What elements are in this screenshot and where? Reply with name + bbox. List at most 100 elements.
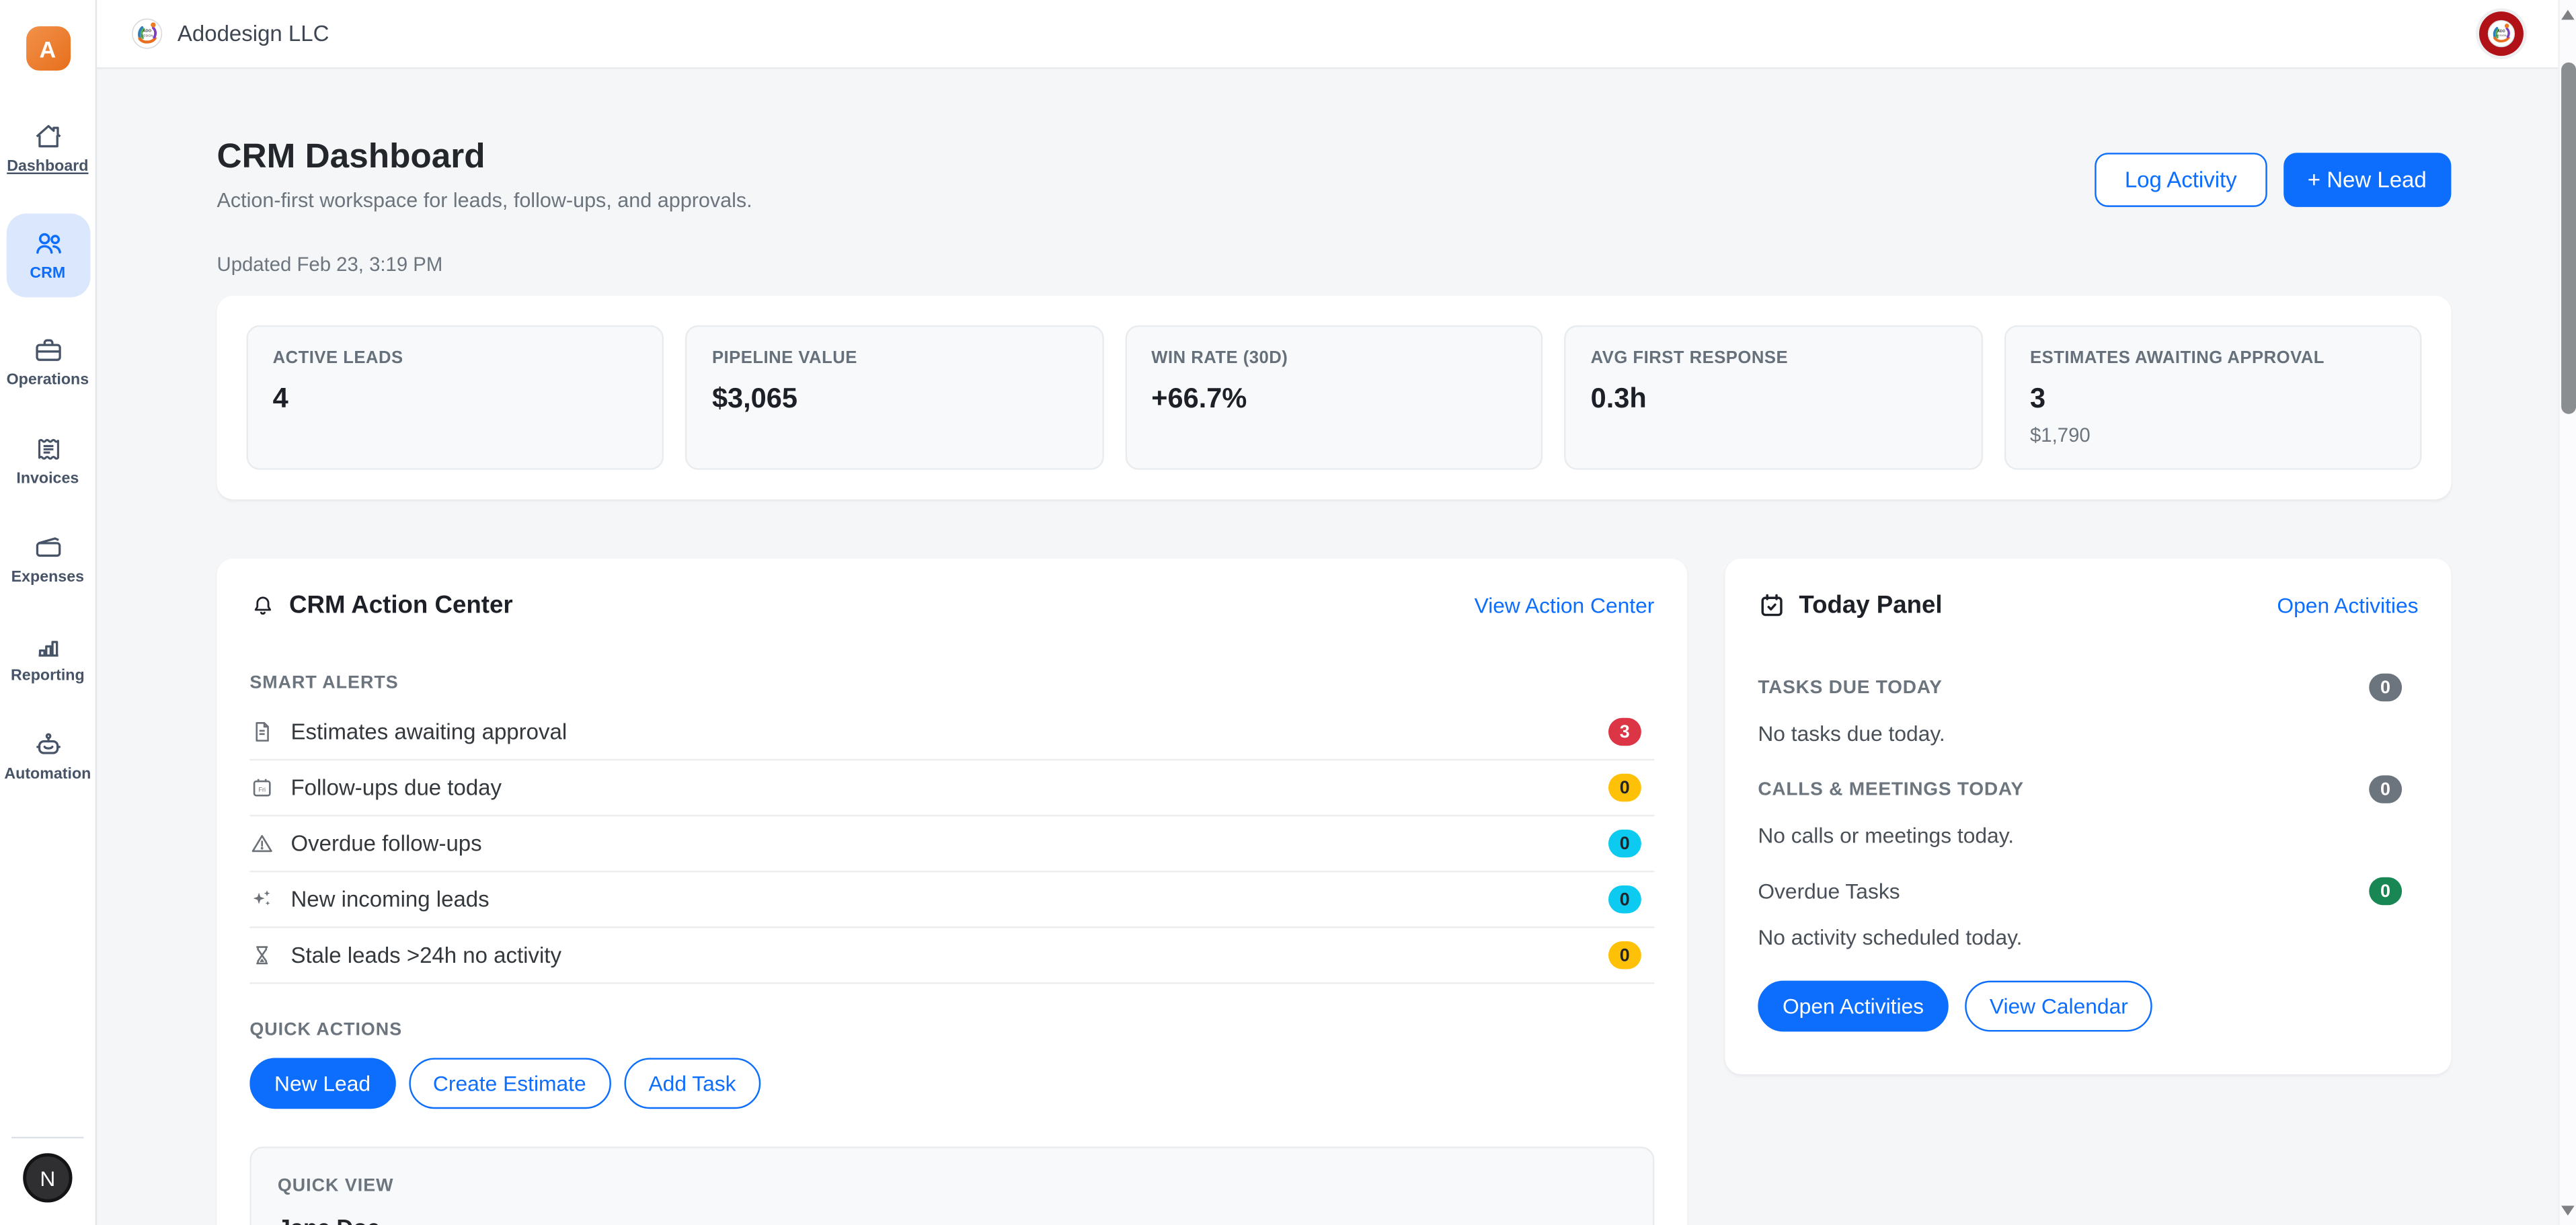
alert-count-badge: 0 [1608, 774, 1641, 802]
sidebar-divider [11, 1137, 84, 1138]
wallet-icon [32, 532, 63, 563]
sidebar-item-label: Invoices [16, 470, 79, 488]
last-updated: Updated Feb 23, 3:19 PM [217, 253, 2452, 276]
crm-action-center-card: CRM Action Center View Action Center SMA… [217, 559, 1688, 1225]
tasks-due-badge: 0 [2369, 674, 2402, 702]
overdue-tasks-label: Overdue Tasks [1758, 879, 1900, 904]
stat-estimates-awaiting: ESTIMATES AWAITING APPROVAL 3 $1,790 [2004, 325, 2422, 470]
alert-row-new-leads[interactable]: New incoming leads 0 [249, 872, 1654, 928]
alert-label: Estimates awaiting approval [290, 719, 567, 744]
smart-alerts-heading: SMART ALERTS [249, 674, 1654, 693]
stat-value: 3 [2030, 383, 2395, 416]
sidebar-nav: Dashboard CRM Operatio [0, 115, 95, 790]
alert-row-stale-leads[interactable]: Stale leads >24h no activity 0 [249, 928, 1654, 984]
sidebar-item-label: Reporting [11, 667, 85, 685]
open-activities-link[interactable]: Open Activities [2277, 593, 2418, 618]
alert-label: Follow-ups due today [290, 775, 502, 800]
sidebar-item-reporting[interactable]: Reporting [6, 624, 90, 691]
quick-add-task-button[interactable]: Add Task [624, 1058, 760, 1109]
stat-label: ESTIMATES AWAITING APPROVAL [2030, 348, 2395, 368]
today-panel-title: Today Panel [1799, 592, 1942, 620]
stat-label: PIPELINE VALUE [712, 348, 1077, 368]
stat-label: WIN RATE (30D) [1151, 348, 1516, 368]
stat-label: AVG FIRST RESPONSE [1591, 348, 1956, 368]
log-activity-button[interactable]: Log Activity [2095, 153, 2267, 207]
quick-actions-row: New Lead Create Estimate Add Task [249, 1058, 1654, 1109]
page-header: CRM Dashboard Action-first workspace for… [217, 69, 2452, 212]
topbar: Adodesign LLC [97, 0, 2558, 69]
company-name: Adodesign LLC [178, 22, 329, 46]
briefcase-icon [32, 335, 63, 366]
alert-count-badge: 0 [1608, 941, 1641, 970]
sidebar-item-label: Operations [7, 371, 89, 389]
calls-meetings-empty: No calls or meetings today. [1758, 823, 2418, 848]
stat-value: 0.3h [1591, 383, 1956, 416]
calls-meetings-row: CALLS & MEETINGS TODAY 0 [1758, 775, 2418, 803]
app-root: ADO DESIGN A Dashboard [0, 0, 2576, 1225]
new-lead-button[interactable]: + New Lead [2283, 153, 2451, 207]
tasks-due-empty: No tasks due today. [1758, 721, 2418, 746]
stat-value: $3,065 [712, 383, 1077, 416]
action-center-title: CRM Action Center [289, 592, 513, 620]
sidebar-item-dashboard[interactable]: Dashboard [6, 115, 90, 182]
stat-active-leads: ACTIVE LEADS 4 [246, 325, 664, 470]
calendar-icon: Fri [249, 775, 274, 800]
quick-view-card: QUICK VIEW Jane Doe Doe Inc | Added Feb … [249, 1146, 1654, 1225]
sidebar-item-crm[interactable]: CRM [6, 214, 90, 298]
sidebar-item-expenses[interactable]: Expenses [6, 526, 90, 593]
svg-text:Fri: Fri [258, 786, 266, 793]
sidebar-item-label: Automation [4, 766, 91, 784]
account-avatar[interactable] [2479, 11, 2524, 56]
smart-alerts-list: Estimates awaiting approval 3 Fri Follow… [249, 705, 1654, 984]
quick-new-lead-button[interactable]: New Lead [249, 1058, 395, 1109]
stat-value: 4 [273, 383, 638, 416]
alert-count-badge: 3 [1608, 718, 1641, 746]
quick-create-estimate-button[interactable]: Create Estimate [408, 1058, 611, 1109]
stat-value: +66.7% [1151, 383, 1516, 416]
user-avatar[interactable]: N [23, 1153, 72, 1202]
page-title: CRM Dashboard [217, 138, 2095, 177]
sidebar-footer: N [0, 1137, 95, 1225]
sidebar: A Dashboard CRM [0, 0, 97, 1225]
alert-count-badge: 0 [1608, 885, 1641, 914]
sparkles-icon [249, 887, 274, 912]
vertical-scrollbar[interactable] [2558, 0, 2576, 1225]
page-subtitle: Action-first workspace for leads, follow… [217, 189, 2095, 212]
sidebar-item-automation[interactable]: Automation [6, 723, 90, 790]
stat-subvalue: $1,790 [2030, 424, 2395, 446]
alert-row-followups-today[interactable]: Fri Follow-ups due today 0 [249, 760, 1654, 816]
today-panel-card: Today Panel Open Activities TASKS DUE TO… [1725, 559, 2451, 1074]
crm-people-icon [32, 229, 63, 260]
warning-icon [249, 831, 274, 856]
alert-count-badge: 0 [1608, 830, 1641, 858]
view-calendar-button[interactable]: View Calendar [1965, 981, 2152, 1032]
bar-chart-icon [32, 631, 63, 662]
file-text-icon [249, 719, 274, 744]
stat-win-rate: WIN RATE (30D) +66.7% [1125, 325, 1543, 470]
calendar-check-icon [1758, 592, 1786, 620]
alert-row-overdue-followups[interactable]: Overdue follow-ups 0 [249, 816, 1654, 872]
lead-name: Jane Doe [278, 1214, 1627, 1225]
bell-icon [249, 592, 276, 619]
sidebar-item-operations[interactable]: Operations [6, 329, 90, 396]
stat-pipeline-value: PIPELINE VALUE $3,065 [686, 325, 1104, 470]
scrollbar-thumb[interactable] [2561, 63, 2576, 414]
scroll-down-arrow-icon[interactable] [2561, 1206, 2575, 1216]
sidebar-item-invoices[interactable]: Invoices [6, 427, 90, 494]
home-icon [32, 122, 63, 153]
open-activities-button[interactable]: Open Activities [1758, 981, 1948, 1032]
quick-actions-heading: QUICK ACTIONS [249, 1020, 1654, 1039]
sidebar-item-label: Expenses [11, 568, 84, 586]
scroll-up-arrow-icon[interactable] [2561, 10, 2575, 20]
company-logo-icon[interactable] [131, 18, 162, 49]
overdue-tasks-badge: 0 [2369, 877, 2402, 906]
main-content: CRM Dashboard Action-first workspace for… [97, 69, 2558, 1225]
alert-row-estimates[interactable]: Estimates awaiting approval 3 [249, 705, 1654, 760]
calls-meetings-label: CALLS & MEETINGS TODAY [1758, 779, 2024, 799]
hourglass-icon [249, 943, 274, 967]
view-action-center-link[interactable]: View Action Center [1475, 593, 1655, 618]
alert-label: Stale leads >24h no activity [290, 943, 561, 967]
invoice-icon [32, 434, 63, 465]
app-logo-badge[interactable]: A [26, 26, 70, 71]
calls-meetings-badge: 0 [2369, 775, 2402, 803]
